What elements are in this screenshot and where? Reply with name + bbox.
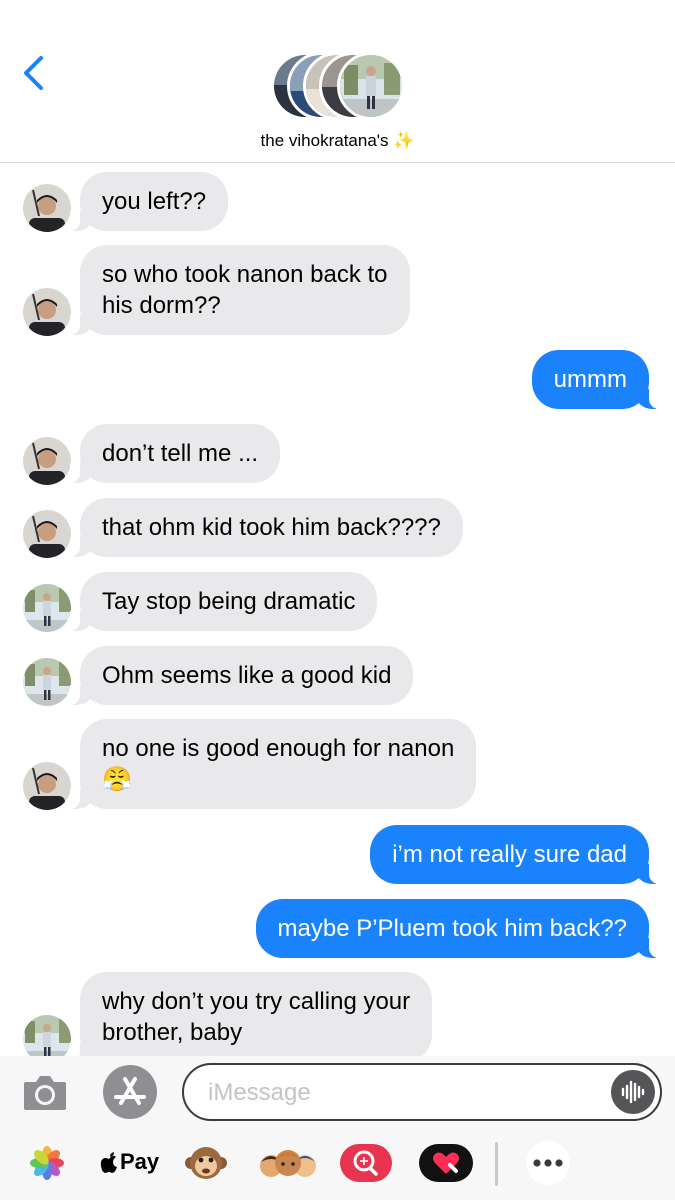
heart-digital-touch-icon <box>419 1144 473 1182</box>
conversation-header: the vihokratana's ✨ <box>0 0 675 163</box>
outgoing-message-bubble[interactable]: maybe P’Pluem took him back?? <box>255 899 659 958</box>
animoji-button[interactable] <box>185 1138 227 1188</box>
message-text: maybe P’Pluem took him back?? <box>277 915 628 942</box>
message-text: Ohm seems like a good kid <box>102 662 392 689</box>
message-text: Tay stop being dramatic <box>102 588 356 615</box>
incoming-message-bubble[interactable]: Tay stop being dramatic <box>69 572 378 631</box>
group-title[interactable]: the vihokratana's ✨ <box>0 131 675 151</box>
monkey-animoji-icon <box>185 1147 227 1179</box>
apple-pay-icon <box>100 1152 117 1173</box>
message-text-line: brother, baby <box>102 1019 243 1046</box>
back-button[interactable] <box>14 50 54 96</box>
app-drawer: Pay <box>0 1126 675 1200</box>
message-text: that ohm kid took him back???? <box>102 514 441 541</box>
sender-avatar[interactable] <box>23 762 71 810</box>
memoji-stickers-button[interactable] <box>257 1138 319 1188</box>
message-text-line: why don’t you try calling your <box>102 988 411 1015</box>
digital-touch-button[interactable] <box>418 1138 474 1188</box>
incoming-message-bubble[interactable]: Ohm seems like a good kid <box>69 646 414 705</box>
audio-message-button[interactable] <box>611 1070 655 1114</box>
message-thread: you left?? so who took nanon back to his… <box>0 164 675 1056</box>
message-text-line: his dorm?? <box>102 292 221 319</box>
sender-avatar[interactable] <box>23 288 71 336</box>
sender-avatar[interactable] <box>23 437 71 485</box>
apple-pay-label: Pay <box>120 1149 160 1174</box>
compose-bar <box>0 1056 675 1126</box>
camera-icon <box>24 1076 66 1110</box>
sender-avatar[interactable] <box>23 1015 71 1056</box>
app-store-button[interactable] <box>103 1065 157 1119</box>
sender-avatar[interactable] <box>23 510 71 558</box>
audio-waveform-icon <box>621 1080 645 1104</box>
apple-pay-button[interactable]: Pay <box>100 1138 160 1188</box>
chevron-left-icon <box>24 56 43 90</box>
drawer-divider <box>495 1142 498 1186</box>
outgoing-message-bubble[interactable]: i’m not really sure dad <box>370 825 659 884</box>
message-text-line: so who took nanon back to <box>102 261 388 288</box>
message-emoji: 😤 <box>102 766 132 793</box>
incoming-message-bubble[interactable]: you left?? <box>69 172 229 231</box>
incoming-message-bubble[interactable]: no one is good enough for nanon 😤 <box>69 719 477 809</box>
group-avatar-stack[interactable] <box>271 52 406 122</box>
message-text: ummm <box>553 366 627 393</box>
incoming-message-bubble[interactable]: that ohm kid took him back???? <box>70 498 463 557</box>
photos-app-button[interactable] <box>24 1138 70 1188</box>
message-input[interactable] <box>208 1073 608 1113</box>
outgoing-message-bubble[interactable]: ummm <box>531 350 660 409</box>
message-text-line: no one is good enough for nanon <box>102 735 455 762</box>
sender-avatar[interactable] <box>23 584 71 632</box>
message-text: i’m not really sure dad <box>392 841 627 868</box>
image-search-icon <box>340 1144 392 1182</box>
member-avatar <box>337 52 405 120</box>
imessage-field[interactable] <box>182 1063 662 1121</box>
memoji-stickers-icon <box>260 1150 316 1177</box>
incoming-message-bubble[interactable]: why don’t you try calling your brother, … <box>69 972 433 1056</box>
app-store-icon <box>114 1077 146 1105</box>
message-text: you left?? <box>102 188 207 215</box>
camera-button[interactable] <box>22 1072 68 1112</box>
more-icon <box>526 1141 570 1185</box>
incoming-message-bubble[interactable]: so who took nanon back to his dorm?? <box>70 245 410 335</box>
sender-avatar[interactable] <box>23 658 71 706</box>
image-search-button[interactable] <box>339 1138 393 1188</box>
incoming-message-bubble[interactable]: don’t tell me ... <box>69 424 281 483</box>
sender-avatar[interactable] <box>23 184 71 232</box>
more-apps-button[interactable] <box>520 1138 576 1188</box>
photos-icon <box>30 1146 64 1180</box>
message-text: don’t tell me ... <box>102 440 259 467</box>
